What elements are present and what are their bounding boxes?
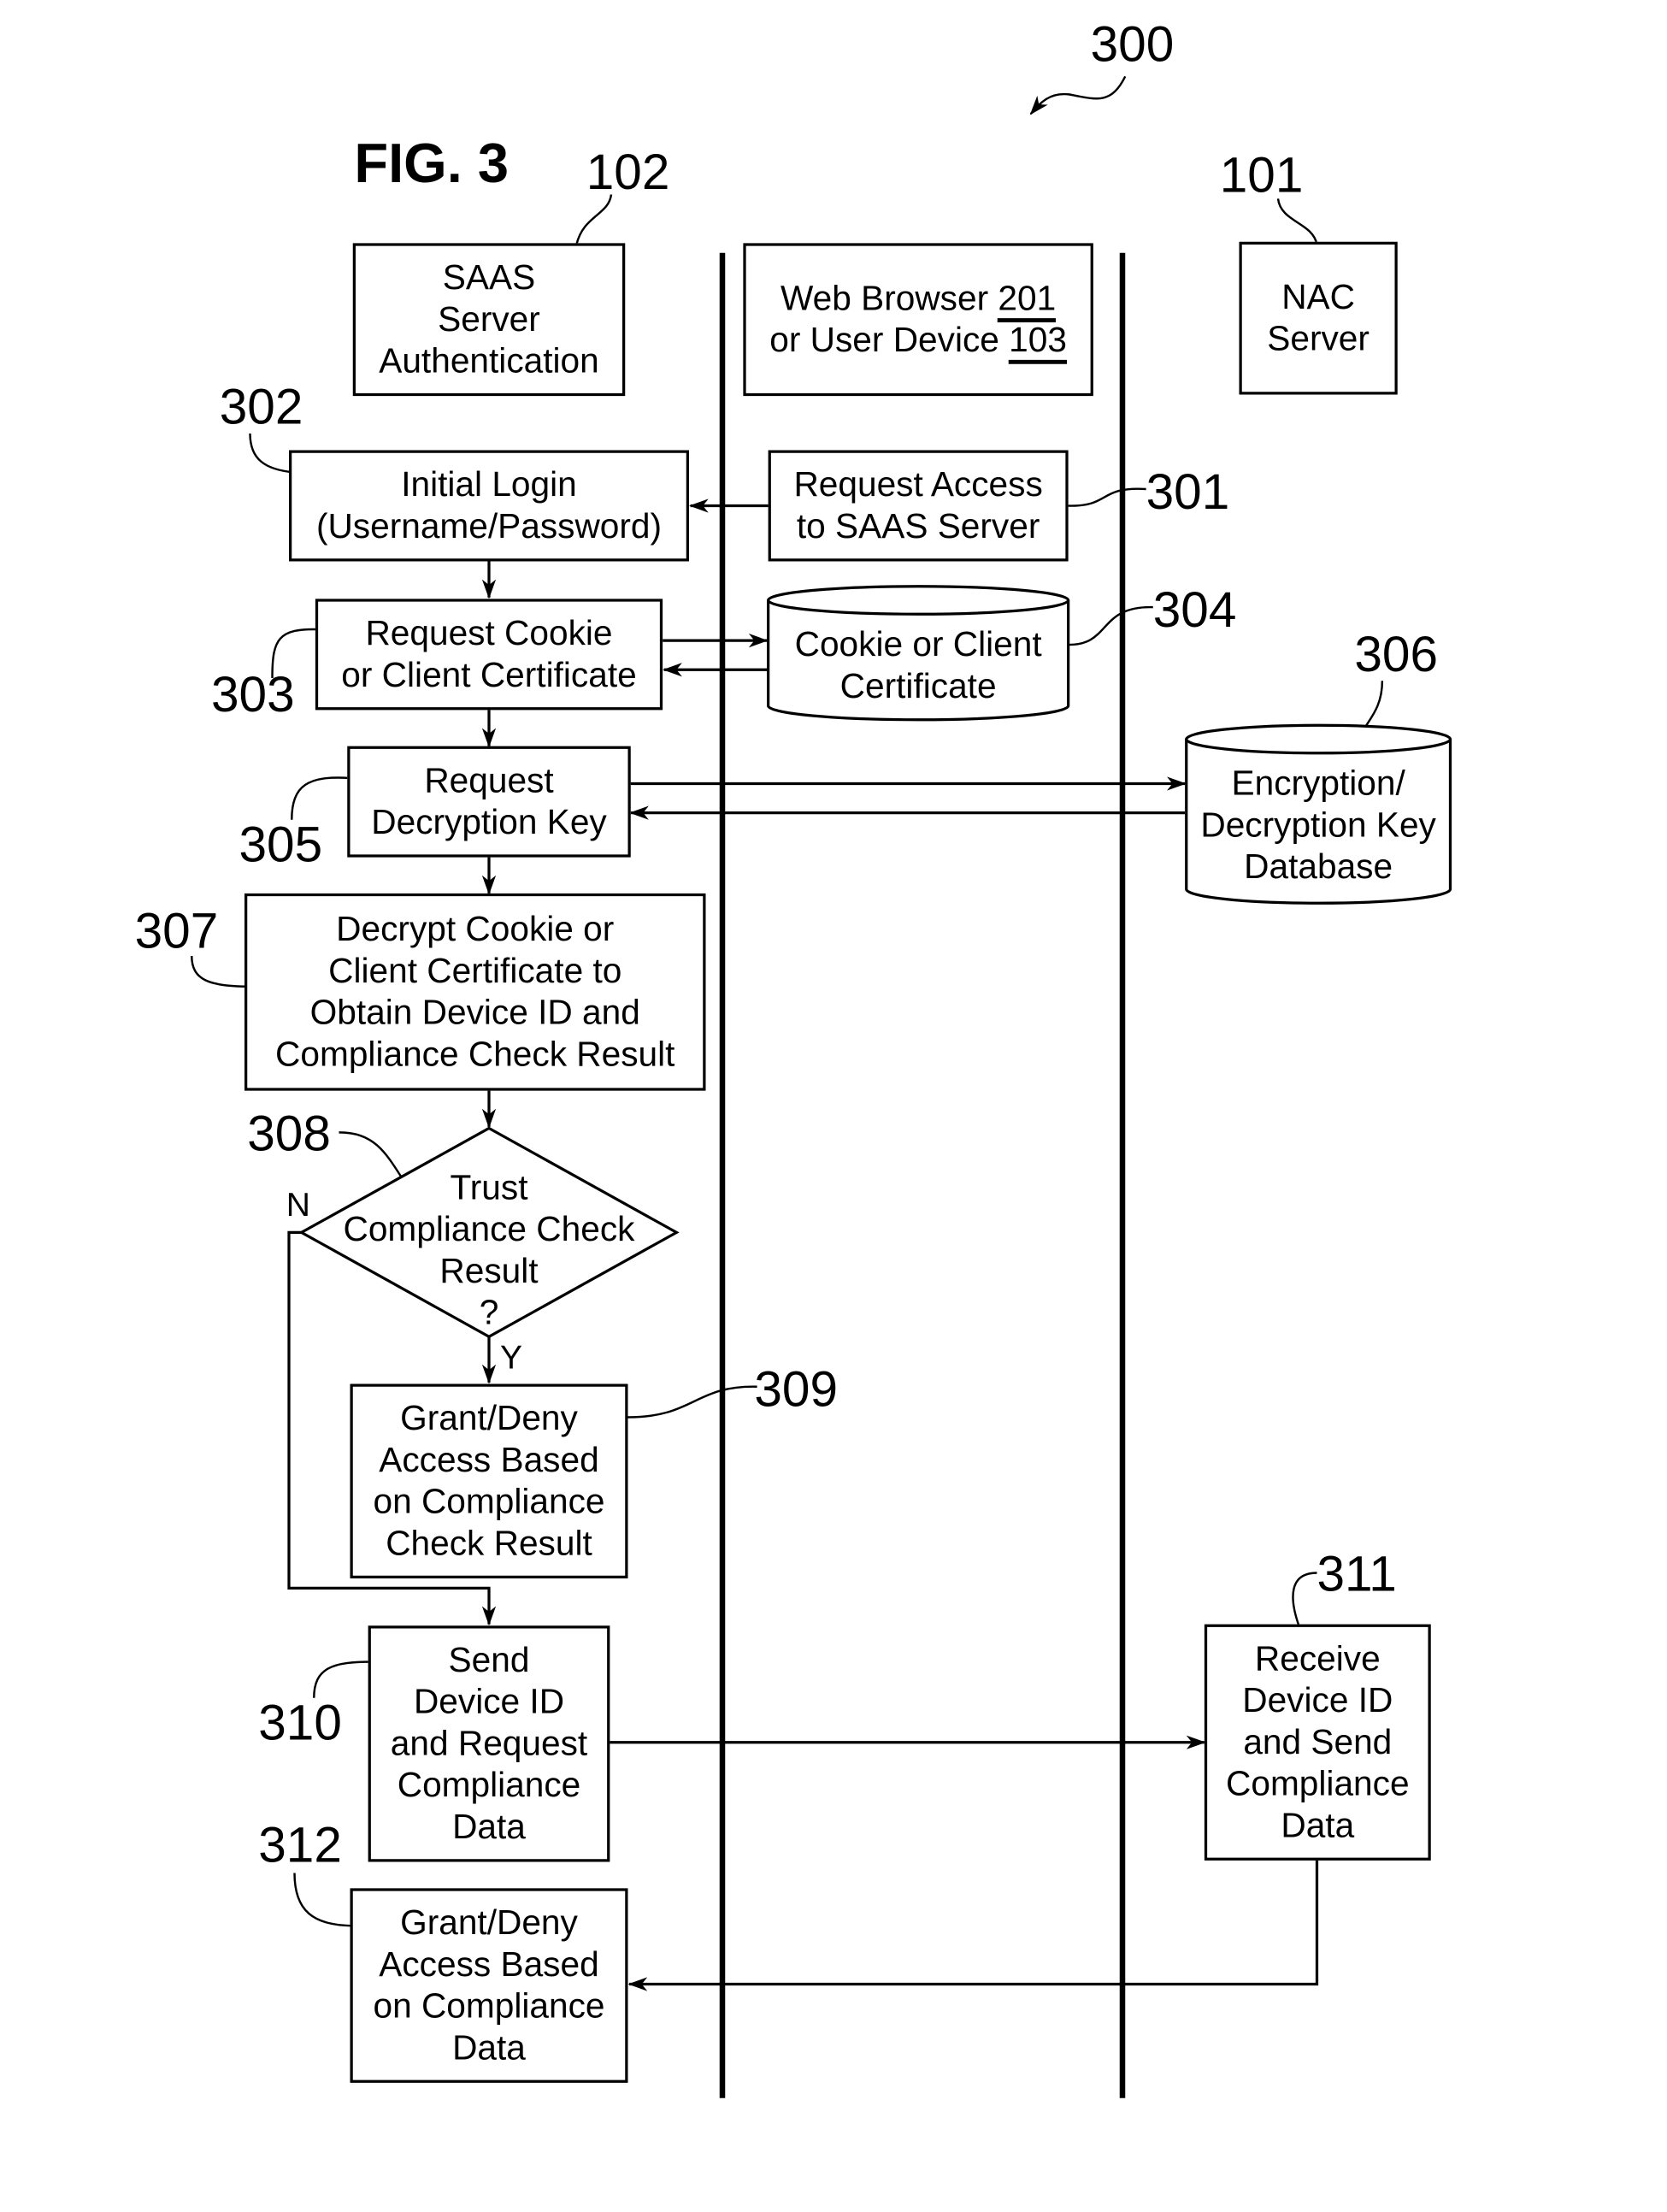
lane-header-line: Server [438,300,540,339]
step-text: Device ID [413,1682,565,1722]
step-text: Compliance [1226,1764,1410,1804]
step-text: (Username/Password) [315,507,663,546]
step-text: Data [452,2028,526,2068]
step-text: Encryption/ [1231,764,1405,804]
ref-303: 303 [211,665,295,723]
ref-300-leader [1029,75,1127,115]
ref-310: 310 [258,1693,342,1751]
ref-305: 305 [239,815,323,873]
lane-header-line: SAAS [442,258,536,298]
step-text: Request Access [793,465,1043,504]
step-text: Grant/Deny [400,1903,578,1943]
ref-312: 312 [258,1815,342,1873]
decision-yes-label: Y [500,1339,523,1377]
ref-307-leader [191,955,250,988]
browser-label: Web Browser [780,279,998,319]
ref-302-leader [249,433,295,474]
step-text: Data [1281,1806,1355,1846]
step-303-request-cookie: Request Cookie or Client Certificate [315,599,663,711]
step-text: Grant/Deny [400,1399,578,1438]
step-text: Decryption Key [371,803,607,842]
ref-309-leader [627,1385,757,1419]
step-text: Cookie or [794,625,944,664]
step-text: on Compliance [373,1482,605,1522]
step-text: Compliance Check [343,1210,635,1249]
step-text: Initial Login [401,465,577,504]
step-text: Obtain Device ID and [309,993,640,1033]
ref-312-leader [293,1873,355,1927]
ref-309: 309 [754,1360,839,1418]
step-text: Trust [450,1168,528,1208]
arrow-311-to-312 [627,1859,1319,1991]
ref-302: 302 [219,378,303,435]
ref-304: 304 [1152,581,1237,638]
ref-305-leader [291,776,350,820]
step-text: Decrypt Cookie or [336,910,615,949]
flowchart-diagram: FIG. 3 300 102 101 302 301 303 304 306 3… [0,0,1667,2212]
ref-201: 201 [998,279,1057,322]
step-310-send-device-id: Send Device ID and Request Compliance Da… [368,1625,610,1862]
step-301-request-access: Request Access to SAAS Server [768,450,1069,562]
step-311-receive-device-id: Receive Device ID and Send Compliance Da… [1204,1624,1431,1861]
device-label: or User Device [769,321,1010,360]
step-text: Device ID [1242,1681,1393,1720]
step-text: and Send [1243,1723,1393,1762]
ref-102: 102 [586,143,670,200]
ref-301: 301 [1146,463,1230,520]
step-text: or Client Certificate [341,656,637,695]
step-text: Check Result [386,1524,592,1564]
lane-header-line: NAC [1281,278,1356,317]
lane-header-web-browser: Web Browser 201 or User Device 103 [743,243,1093,397]
step-304-cookie-store: Cookie or Client Certificate [769,617,1069,715]
step-309-grant-deny: Grant/Deny Access Based on Compliance Ch… [350,1383,628,1578]
lane-header-line: Authentication [379,341,599,381]
step-text: Decryption [1200,805,1367,846]
step-text: and Request [390,1724,588,1764]
decision-308-text: Trust Compliance Check Result ? [309,1167,670,1334]
step-text: ? [479,1293,499,1333]
step-text: Compliance [397,1766,581,1805]
ref-101: 101 [1219,145,1304,204]
step-text: Access Based [379,1441,599,1480]
ref-103: 103 [1009,321,1067,364]
ref-311: 311 [1317,1545,1397,1602]
decision-no-label: N [286,1186,310,1224]
step-307-decrypt-cookie: Decrypt Cookie or Client Certificate to … [244,893,706,1091]
ref-307: 307 [134,901,219,959]
step-text: Client Certificate to [328,952,622,991]
lane-header-nac-server: NAC Server [1239,241,1398,395]
step-text: Access Based [379,1945,599,1985]
step-text: to SAAS Server [796,507,1040,546]
step-text: Send [448,1641,530,1680]
step-text: Result [439,1252,539,1291]
lane-header-saas-server: SAAS Server Authentication [352,243,626,397]
step-text: on Compliance [373,1986,605,2026]
step-305-request-decryption-key: Request Decryption Key [347,746,631,858]
ref-301-leader [1066,487,1146,507]
ref-310-leader [313,1660,373,1698]
lane-header-line: Server [1267,319,1370,359]
step-312-grant-deny: Grant/Deny Access Based on Compliance Da… [350,1888,628,2083]
ref-101-leader [1276,198,1318,245]
lane-header-line: or User Device 103 [769,320,1067,364]
figure-title: FIG. 3 [354,133,509,195]
step-text: Request [424,761,554,801]
step-text: Request Cookie [365,614,613,653]
ref-304-leader [1066,605,1153,646]
step-text: Data [452,1808,526,1847]
ref-311-leader [1292,1572,1317,1626]
step-306-key-database: Encryption/ Decryption Key Database [1187,758,1451,892]
ref-306: 306 [1354,625,1439,682]
ref-300: 300 [1090,15,1175,73]
ref-102-leader [575,194,613,245]
step-302-initial-login: Initial Login (Username/Password) [289,450,689,562]
step-text: Receive [1254,1639,1381,1679]
ref-308: 308 [247,1104,331,1162]
step-text: Compliance Check Result [275,1035,675,1075]
lane-header-line: Web Browser 201 [769,278,1067,322]
